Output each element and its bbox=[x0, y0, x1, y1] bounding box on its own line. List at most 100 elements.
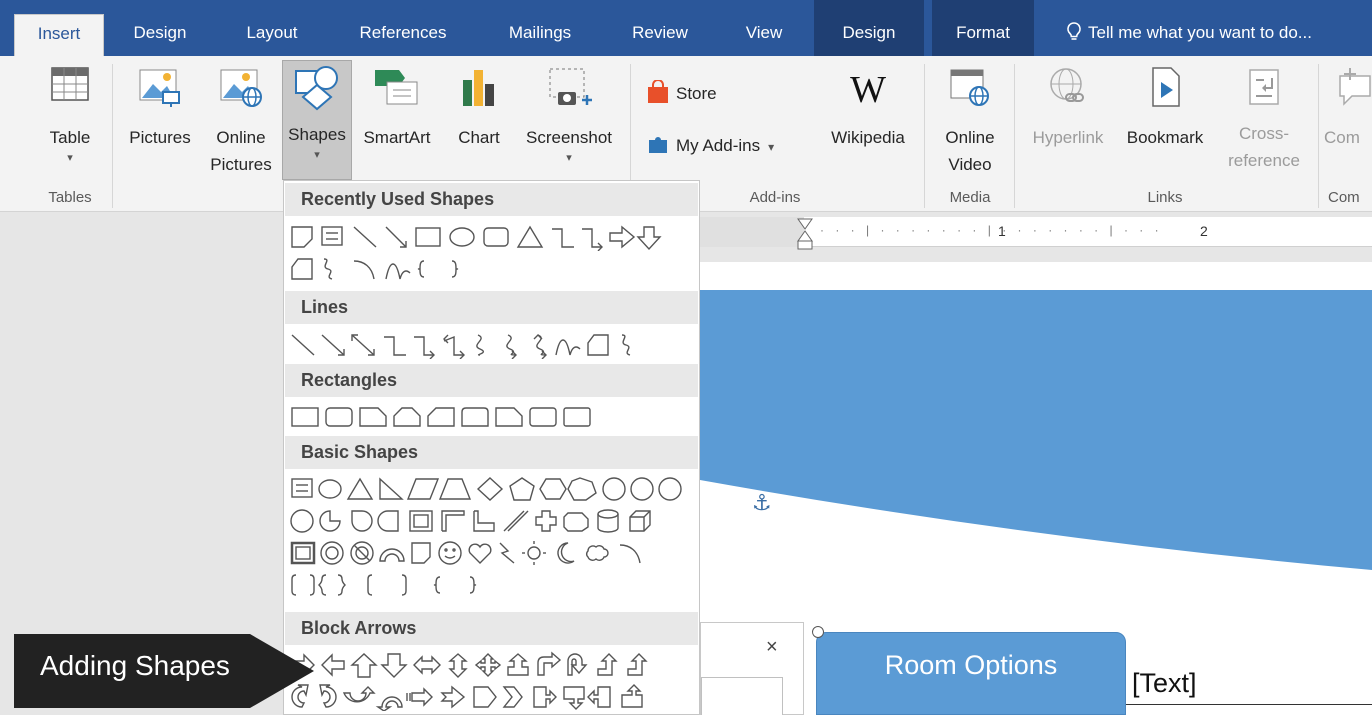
table-button[interactable]: Table ▾ bbox=[36, 66, 104, 184]
tell-me-box[interactable]: Tell me what you want to do... bbox=[1066, 14, 1312, 54]
wikipedia-button[interactable]: W Wikipedia bbox=[820, 66, 916, 184]
store-button[interactable]: Store bbox=[646, 79, 717, 107]
lines-row[interactable] bbox=[288, 331, 698, 361]
tab-references[interactable]: References bbox=[338, 14, 468, 56]
group-separator bbox=[924, 64, 925, 208]
recent-shapes-row-1[interactable] bbox=[288, 223, 698, 253]
hyperlink-button[interactable]: Hyperlink bbox=[1020, 66, 1116, 184]
ribbon-tab-bar: Insert Design Layout References Mailings… bbox=[0, 0, 1372, 56]
shapes-button[interactable]: Shapes ▾ bbox=[282, 60, 352, 180]
tell-me-text: Tell me what you want to do... bbox=[1088, 23, 1312, 42]
addins-icon bbox=[649, 137, 667, 153]
basic-shapes-row-2[interactable] bbox=[288, 507, 698, 537]
picture-icon bbox=[139, 69, 180, 107]
my-addins-label: My Add-ins bbox=[676, 136, 761, 155]
shapes-icon bbox=[295, 66, 338, 111]
tab-view[interactable]: View bbox=[722, 14, 806, 56]
tab-design[interactable]: Design bbox=[114, 14, 206, 56]
group-label-links: Links bbox=[1147, 189, 1183, 206]
online-video-icon bbox=[950, 69, 989, 106]
block-arrows-row-2[interactable] bbox=[288, 683, 698, 713]
ruler-mark-1: 1 bbox=[998, 223, 1006, 239]
panel-field bbox=[701, 677, 783, 715]
bookmark-button[interactable]: Bookmark bbox=[1116, 66, 1214, 184]
table-icon bbox=[51, 67, 89, 101]
tab-drawing-design[interactable]: Design bbox=[814, 0, 924, 56]
group-label-addins: Add-ins bbox=[749, 189, 801, 206]
my-addins-button[interactable]: My Add-ins ▾ bbox=[646, 132, 774, 160]
callout-label: Adding Shapes bbox=[40, 650, 230, 681]
category-block-arrows: Block Arrows bbox=[285, 612, 698, 645]
basic-shapes-row-4[interactable] bbox=[288, 571, 698, 601]
pictures-button[interactable]: Pictures bbox=[120, 66, 200, 184]
smartart-button[interactable]: SmartArt bbox=[354, 66, 440, 184]
screenshot-label: Screenshot bbox=[526, 128, 612, 147]
rotation-handle[interactable] bbox=[812, 626, 824, 638]
ruler-ticks: · · · | · · · · · · · | · · · · · · · | … bbox=[820, 223, 1163, 237]
group-label-media: Media bbox=[949, 189, 991, 206]
chart-button[interactable]: Chart bbox=[448, 66, 510, 184]
shapes-label: Shapes bbox=[288, 125, 346, 144]
screenshot-icon bbox=[549, 68, 592, 105]
group-label-tables: Tables bbox=[48, 189, 92, 206]
online-video-button[interactable]: Online Video bbox=[930, 66, 1010, 184]
cross-reference-button[interactable]: Cross- reference bbox=[1218, 66, 1310, 184]
group-label-comments: Com bbox=[1328, 189, 1360, 206]
shape-panel-fragment bbox=[700, 622, 804, 715]
text-placeholder[interactable]: [Text] bbox=[1132, 668, 1197, 699]
ruler-margin bbox=[700, 217, 804, 247]
chart-label: Chart bbox=[458, 128, 500, 147]
store-bag-icon bbox=[648, 79, 668, 103]
category-lines: Lines bbox=[285, 291, 698, 324]
tab-review[interactable]: Review bbox=[612, 14, 708, 56]
smartart-label: SmartArt bbox=[363, 128, 431, 147]
chevron-down-icon: ▾ bbox=[768, 140, 775, 154]
anchor-icon: ⚓ bbox=[752, 490, 772, 515]
online-video-label-1: Online bbox=[945, 128, 995, 147]
smartart-icon bbox=[375, 70, 418, 105]
online-video-label-2: Video bbox=[948, 155, 992, 174]
chevron-down-icon: ▾ bbox=[314, 149, 320, 161]
horizontal-ruler[interactable]: · · · | · · · · · · · | · · · · · · · | … bbox=[700, 217, 1372, 250]
tab-format[interactable]: Format bbox=[932, 0, 1034, 56]
header-banner-shape[interactable] bbox=[700, 290, 1372, 570]
basic-shapes-row-1[interactable] bbox=[288, 475, 698, 505]
indent-marker-icon[interactable] bbox=[796, 217, 814, 251]
room-options-label: Room Options bbox=[884, 650, 1058, 680]
comment-label: Com bbox=[1324, 128, 1360, 147]
block-arrows-row-1[interactable] bbox=[288, 651, 698, 681]
recent-shapes-row-2[interactable] bbox=[288, 255, 698, 285]
tab-insert[interactable]: Insert bbox=[14, 14, 104, 56]
store-label: Store bbox=[676, 84, 717, 103]
hyperlink-label: Hyperlink bbox=[1032, 128, 1104, 147]
category-basic-shapes: Basic Shapes bbox=[285, 436, 698, 469]
online-pictures-button[interactable]: Online Pictures bbox=[204, 66, 278, 184]
text-underline bbox=[1126, 704, 1372, 705]
category-rectangles: Rectangles bbox=[285, 364, 698, 397]
screenshot-button[interactable]: Screenshot ▾ bbox=[514, 66, 624, 184]
bar-chart-icon bbox=[463, 70, 494, 106]
hyperlink-globe-icon bbox=[1050, 68, 1084, 102]
rectangles-row[interactable] bbox=[288, 403, 698, 433]
wikipedia-label: Wikipedia bbox=[831, 128, 905, 147]
cross-reference-label-2: reference bbox=[1228, 151, 1300, 170]
tab-layout[interactable]: Layout bbox=[226, 14, 318, 56]
wikipedia-icon: W bbox=[850, 69, 886, 111]
group-separator bbox=[1014, 64, 1015, 208]
chevron-down-icon: ▾ bbox=[67, 152, 73, 164]
close-icon[interactable]: × bbox=[766, 636, 778, 659]
group-separator bbox=[112, 64, 113, 208]
group-separator bbox=[1318, 64, 1319, 208]
pictures-label: Pictures bbox=[129, 128, 191, 147]
comment-button[interactable]: Com bbox=[1324, 66, 1372, 184]
online-picture-icon bbox=[220, 69, 262, 107]
category-recently-used: Recently Used Shapes bbox=[285, 183, 698, 216]
bookmark-label: Bookmark bbox=[1126, 128, 1204, 147]
basic-shapes-row-3[interactable] bbox=[288, 539, 698, 569]
lightbulb-icon bbox=[1067, 22, 1081, 40]
online-pictures-label-1: Online bbox=[216, 128, 266, 147]
ruler-mark-2: 2 bbox=[1200, 223, 1208, 239]
new-comment-icon bbox=[1339, 68, 1371, 106]
bookmark-icon bbox=[1152, 67, 1180, 107]
tab-mailings[interactable]: Mailings bbox=[486, 14, 594, 56]
